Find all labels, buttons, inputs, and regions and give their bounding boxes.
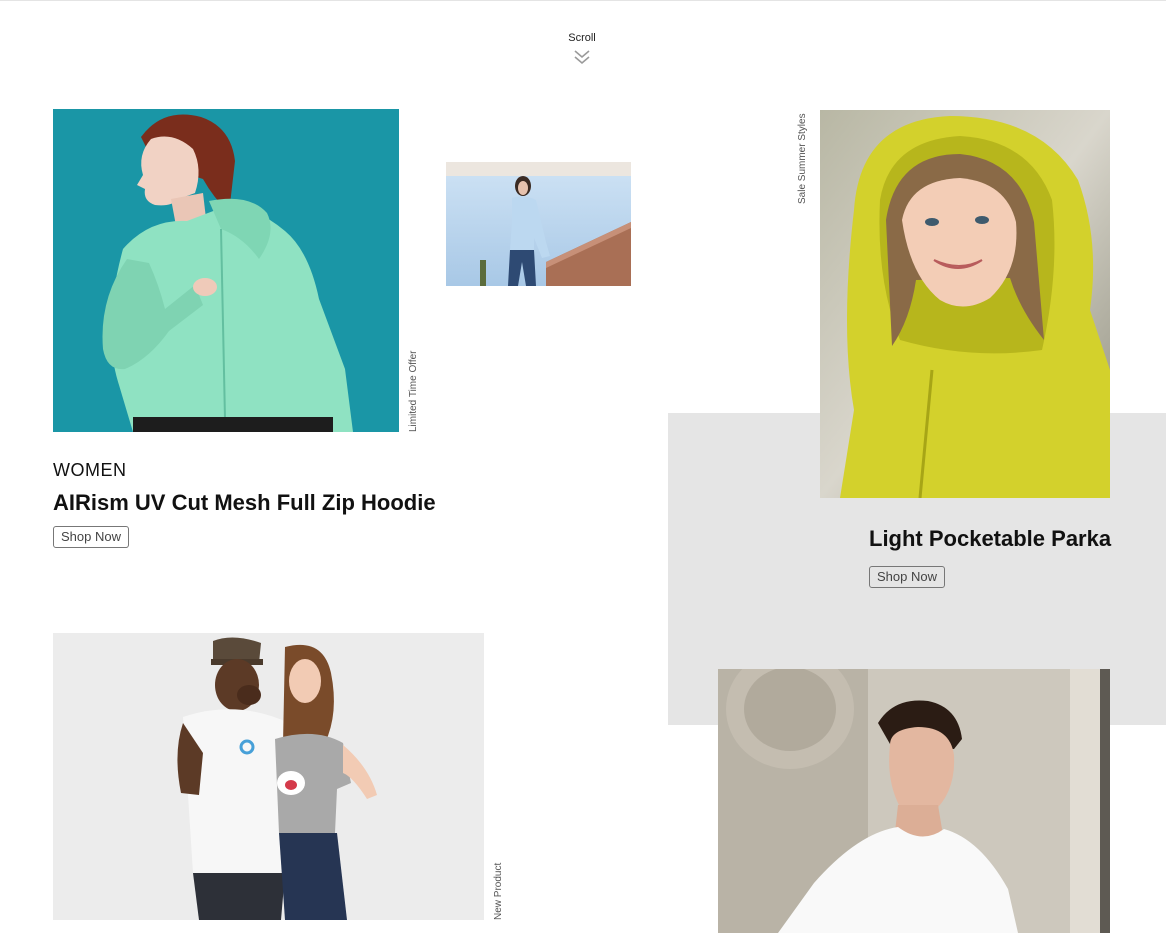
hoodie-outdoor-photo[interactable]: [446, 162, 631, 286]
scroll-label: Scroll: [568, 32, 596, 44]
side-label-new-product: New Product: [493, 862, 504, 920]
hoodie-product-title[interactable]: AIRism UV Cut Mesh Full Zip Hoodie: [53, 490, 436, 516]
category-women: WOMEN: [53, 460, 127, 480]
hoodie-main-photo[interactable]: [53, 109, 399, 432]
tees-photo[interactable]: [53, 633, 484, 920]
parka-photo[interactable]: [820, 110, 1110, 498]
page: Scroll Limited Time Offer WOMEN AIRism U…: [0, 0, 1166, 933]
parka-product-title[interactable]: Light Pocketable Parka: [869, 526, 1111, 552]
side-label-limited-offer: Limited Time Offer: [408, 350, 419, 432]
hoodie-shop-now-button[interactable]: Shop Now: [53, 526, 129, 548]
top-divider: [0, 0, 1166, 1]
men-tee-photo[interactable]: [718, 669, 1110, 933]
double-chevron-down-icon: [574, 50, 590, 65]
side-label-summer-sale: Sale Summer Styles: [797, 113, 808, 204]
parka-shop-now-button[interactable]: Shop Now: [869, 566, 945, 588]
scroll-indicator[interactable]: Scroll: [552, 32, 612, 66]
